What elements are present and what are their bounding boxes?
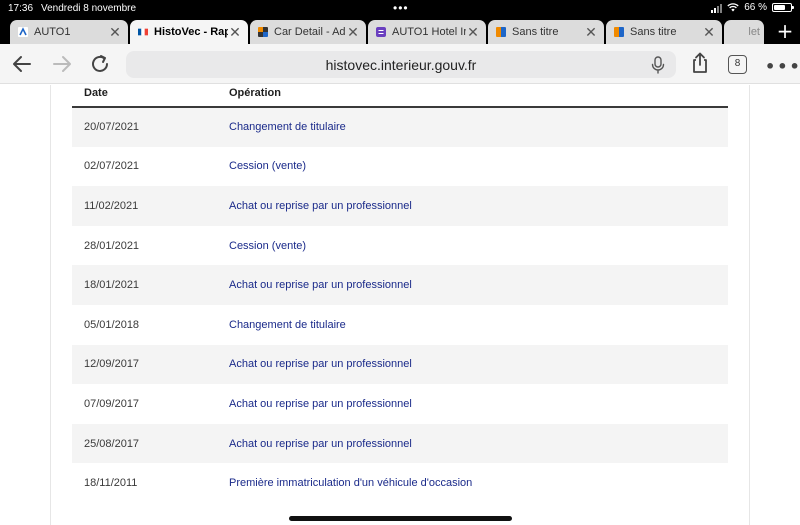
cell-date: 25/08/2017 bbox=[72, 423, 217, 464]
more-options-icon[interactable]: ••• bbox=[765, 57, 800, 76]
auto1-icon bbox=[18, 27, 28, 37]
header-date: Date bbox=[72, 77, 217, 108]
french-flag-icon bbox=[138, 28, 148, 36]
table-row: 25/08/2017 Achat ou reprise par un profe… bbox=[72, 423, 728, 464]
tab-sans-titre-2[interactable]: Sans titre ✕ bbox=[606, 20, 722, 44]
table-row: 20/07/2021 Changement de titulaire bbox=[72, 107, 728, 147]
new-tab-button[interactable]: + bbox=[776, 21, 794, 41]
microphone-icon[interactable] bbox=[650, 56, 666, 74]
cell-operation: Cession (vente) bbox=[217, 146, 728, 187]
wifi-icon bbox=[727, 3, 739, 12]
tab-car-detail[interactable]: Car Detail - Ad ✕ bbox=[250, 20, 366, 44]
cell-date: 07/09/2017 bbox=[72, 384, 217, 424]
table-row: 18/11/2011 Première immatriculation d'un… bbox=[72, 463, 728, 503]
close-tab-icon[interactable]: ✕ bbox=[584, 24, 598, 41]
cell-date: 12/09/2017 bbox=[72, 344, 217, 385]
tab-auto1-hotel[interactable]: AUTO1 Hotel Ir ✕ bbox=[368, 20, 486, 44]
battery-icon bbox=[772, 3, 794, 12]
table-row: 18/01/2021 Achat ou reprise par un profe… bbox=[72, 265, 728, 305]
cell-date: 05/01/2018 bbox=[72, 304, 217, 345]
forward-arrow-icon[interactable] bbox=[50, 52, 74, 76]
close-tab-icon[interactable]: ✕ bbox=[702, 24, 716, 41]
status-bar: 17:36 Vendredi 8 novembre ••• 66 % bbox=[0, 0, 800, 18]
tab-label: Car Detail - Ad bbox=[274, 26, 346, 38]
reload-icon[interactable] bbox=[88, 52, 112, 76]
operations-history-table: Date Opération 20/07/2021 Changement de … bbox=[72, 77, 728, 503]
cell-operation: Changement de titulaire bbox=[217, 304, 728, 345]
close-tab-icon[interactable]: ✕ bbox=[108, 24, 122, 41]
url-text: histovec.interieur.gouv.fr bbox=[325, 57, 477, 73]
table-row: 07/09/2017 Achat ou reprise par un profe… bbox=[72, 384, 728, 424]
cell-operation: Achat ou reprise par un professionnel bbox=[217, 265, 728, 305]
tab-label: AUTO1 bbox=[34, 26, 71, 38]
table-header-row: Date Opération bbox=[72, 77, 728, 108]
sans-titre-icon bbox=[614, 27, 624, 37]
close-tab-icon[interactable]: ✕ bbox=[228, 24, 242, 41]
cell-operation: Première immatriculation d'un véhicule d… bbox=[217, 463, 728, 503]
hotel-icon bbox=[376, 27, 386, 37]
tab-histovec[interactable]: HistoVec - Rap ✕ bbox=[130, 20, 248, 44]
table-row: 05/01/2018 Changement de titulaire bbox=[72, 304, 728, 345]
table-row: 11/02/2021 Achat ou reprise par un profe… bbox=[72, 186, 728, 226]
multitasking-dots-icon[interactable]: ••• bbox=[393, 1, 409, 15]
car-detail-icon bbox=[258, 27, 268, 37]
battery-percent: 66 % bbox=[744, 2, 767, 13]
share-icon[interactable] bbox=[688, 51, 712, 75]
close-tab-icon[interactable]: ✕ bbox=[466, 24, 480, 41]
cell-operation: Achat ou reprise par un professionnel bbox=[217, 344, 728, 385]
tab-label: AUTO1 Hotel Ir bbox=[392, 26, 466, 38]
table-row: 28/01/2021 Cession (vente) bbox=[72, 225, 728, 266]
page-content: Date Opération 20/07/2021 Changement de … bbox=[0, 77, 800, 525]
home-indicator[interactable] bbox=[289, 516, 512, 521]
cell-date: 28/01/2021 bbox=[72, 225, 217, 266]
table-row: 12/09/2017 Achat ou reprise par un profe… bbox=[72, 344, 728, 385]
cell-operation: Achat ou reprise par un professionnel bbox=[217, 423, 728, 464]
cell-operation: Achat ou reprise par un professionnel bbox=[217, 384, 728, 424]
address-bar[interactable]: histovec.interieur.gouv.fr bbox=[126, 51, 676, 78]
tab-label: Sans titre bbox=[630, 26, 677, 38]
cell-date: 18/11/2011 bbox=[72, 463, 217, 503]
tab-label: Sans titre bbox=[512, 26, 559, 38]
tab-auto1[interactable]: AUTO1 ✕ bbox=[10, 20, 128, 44]
table-row: 02/07/2021 Cession (vente) bbox=[72, 146, 728, 187]
tab-sans-titre-1[interactable]: Sans titre ✕ bbox=[488, 20, 604, 44]
close-tab-icon[interactable]: ✕ bbox=[346, 24, 360, 41]
cell-operation: Cession (vente) bbox=[217, 225, 728, 266]
sans-titre-icon bbox=[496, 27, 506, 37]
cell-date: 11/02/2021 bbox=[72, 186, 217, 226]
status-time: 17:36 bbox=[8, 3, 34, 14]
cell-date: 18/01/2021 bbox=[72, 265, 217, 305]
cellular-signal-icon bbox=[711, 3, 723, 13]
cell-date: 20/07/2021 bbox=[72, 107, 217, 147]
tab-overflow[interactable]: let bbox=[724, 20, 764, 44]
back-arrow-icon[interactable] bbox=[10, 52, 34, 76]
cell-operation: Changement de titulaire bbox=[217, 107, 728, 147]
status-date: Vendredi 8 novembre bbox=[41, 3, 137, 14]
cell-operation: Achat ou reprise par un professionnel bbox=[217, 186, 728, 226]
cell-date: 02/07/2021 bbox=[72, 146, 217, 187]
tab-label: let bbox=[748, 26, 760, 38]
header-operation: Opération bbox=[217, 77, 728, 108]
tab-bar: AUTO1 ✕ HistoVec - Rap ✕ Car Detail - Ad… bbox=[0, 18, 800, 44]
tab-label: HistoVec - Rap bbox=[154, 26, 228, 38]
tabs-overview-button[interactable]: 8 bbox=[728, 55, 747, 74]
